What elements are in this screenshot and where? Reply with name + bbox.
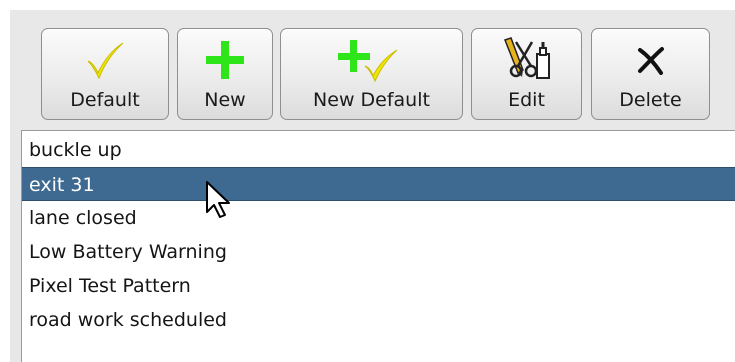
list-item[interactable]: Pixel Test Pattern [22, 269, 735, 303]
plus-icon [178, 33, 272, 87]
new-default-button[interactable]: New Default [280, 28, 463, 120]
list-item[interactable]: road work scheduled [22, 303, 735, 337]
message-list[interactable]: buckle up exit 31 lane closed Low Batter… [21, 130, 735, 362]
edit-button[interactable]: Edit [471, 28, 582, 120]
default-button-label: Default [70, 89, 140, 111]
new-button-label: New [204, 89, 246, 111]
list-item-selected[interactable]: exit 31 [22, 167, 735, 201]
checkmark-icon [42, 33, 168, 87]
message-manager-panel: Default New New Default Edit Delete buck… [0, 0, 735, 362]
default-button[interactable]: Default [41, 28, 169, 120]
delete-button[interactable]: Delete [591, 28, 710, 120]
list-item[interactable]: buckle up [22, 133, 735, 167]
new-default-button-label: New Default [313, 89, 430, 111]
mouse-cursor-icon [206, 181, 230, 218]
list-item[interactable]: Low Battery Warning [22, 235, 735, 269]
delete-x-icon [592, 33, 709, 87]
edit-tools-icon [472, 33, 581, 87]
edit-button-label: Edit [508, 89, 545, 111]
list-item[interactable]: lane closed [22, 201, 735, 235]
plus-checkmark-icon [281, 33, 462, 87]
delete-button-label: Delete [619, 89, 682, 111]
new-button[interactable]: New [177, 28, 273, 120]
